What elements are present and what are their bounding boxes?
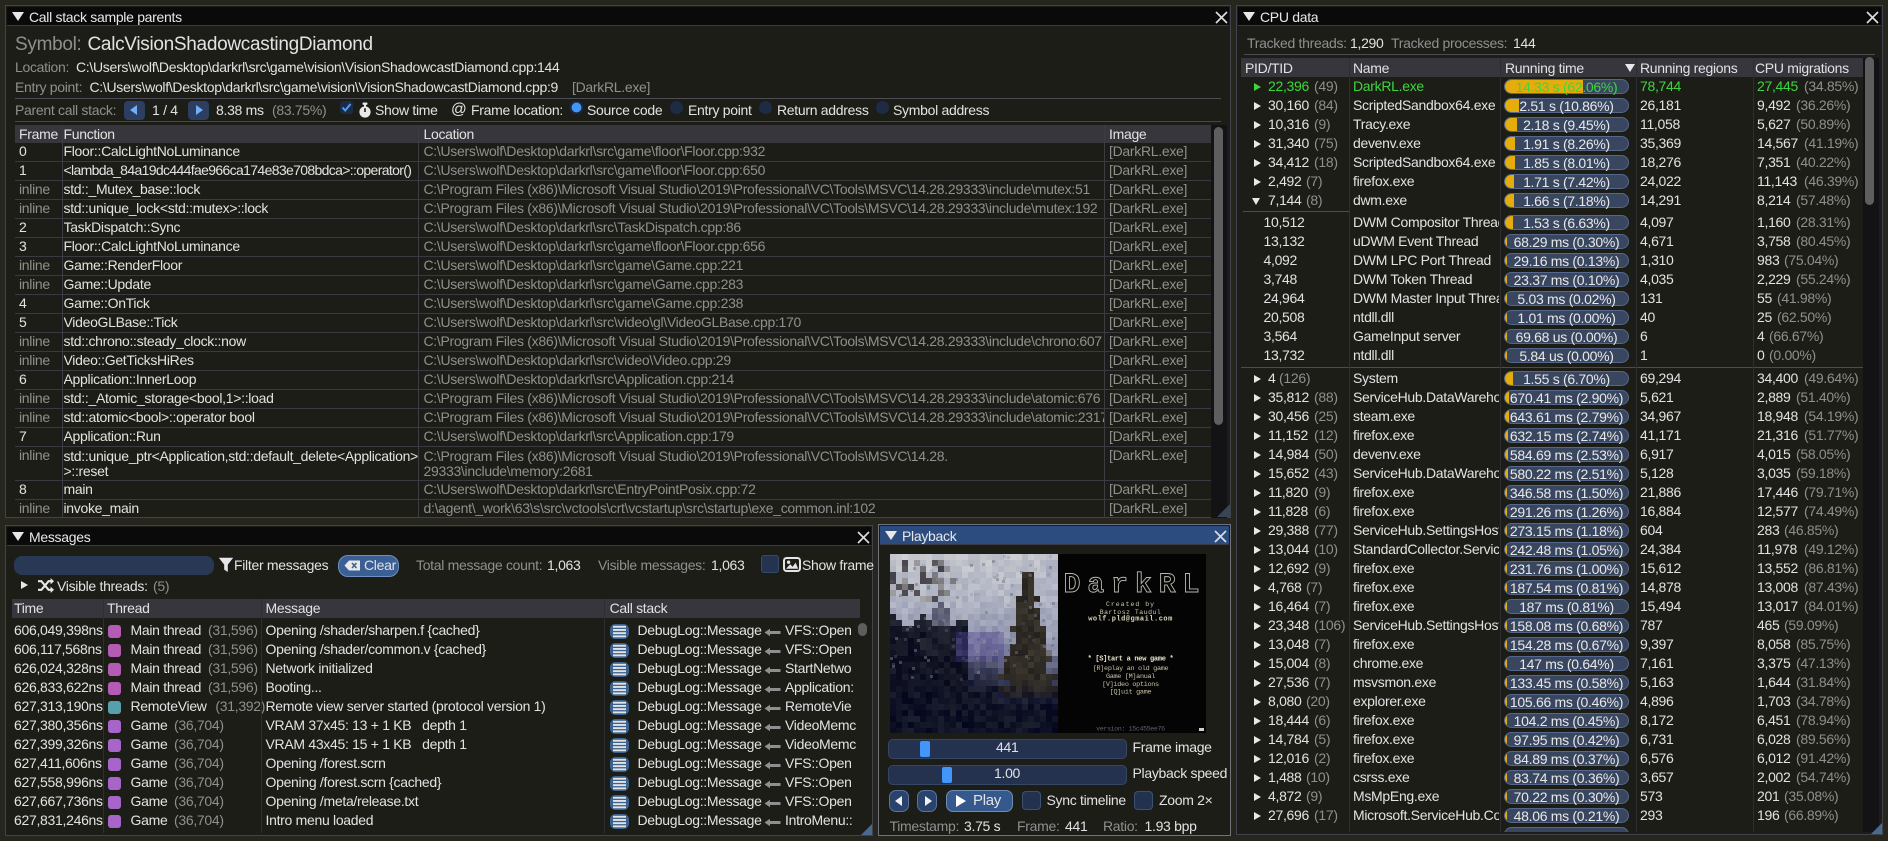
svg-text:Game [M]anual: Game [M]anual: [1106, 673, 1155, 681]
svg-text:[Q]uit game: [Q]uit game: [1110, 689, 1152, 697]
svg-text:DarkRL: DarkRL: [1064, 570, 1206, 601]
svg-text:Created by: Created by: [1106, 601, 1155, 608]
svg-text:[R]eplay an old game: [R]eplay an old game: [1093, 665, 1169, 673]
svg-text:wolf.pld@gmail.com: wolf.pld@gmail.com: [1088, 616, 1173, 624]
svg-text:version: 15c455ee76: version: 15c455ee76: [1096, 726, 1165, 733]
svg-text:* [S]tart a new game *: * [S]tart a new game *: [1088, 656, 1174, 664]
